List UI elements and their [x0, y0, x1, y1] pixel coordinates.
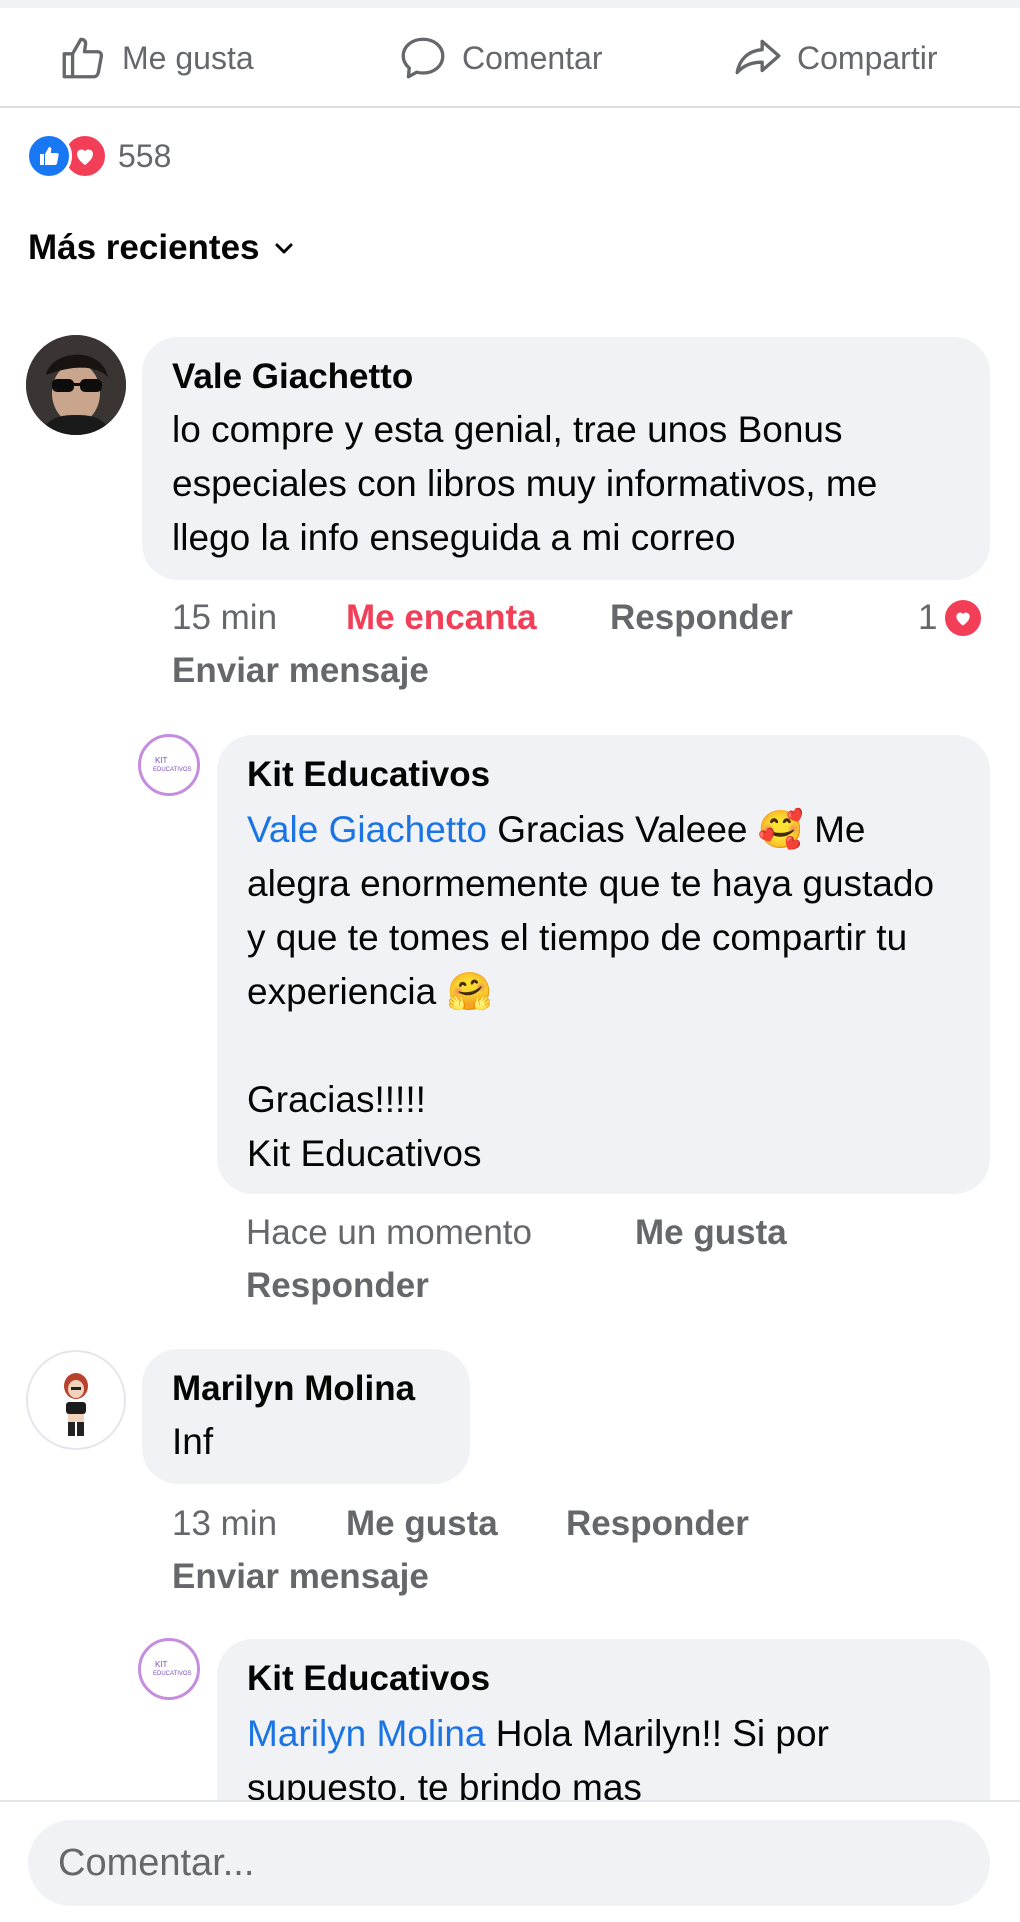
comment-time[interactable]: 15 min — [172, 598, 277, 638]
reply-text-thanks: Gracias!!!!! — [247, 1079, 426, 1120]
mention-link[interactable]: Marilyn Molina — [247, 1713, 486, 1754]
reply-bubble[interactable]: Kit Educativos Vale Giachetto Gracias Va… — [217, 735, 990, 1194]
chevron-down-icon — [275, 243, 293, 254]
reply-text-signature: Kit Educativos — [247, 1133, 482, 1174]
comment-label: Comentar — [462, 39, 603, 76]
reply-text: Marilyn Molina Hola Marilyn!! Si por sup… — [247, 1707, 960, 1800]
svg-text:KIT: KIT — [155, 756, 168, 765]
svg-text:EDUCATIVOS: EDUCATIVOS — [153, 767, 192, 773]
reply-author[interactable]: Kit Educativos — [247, 1659, 960, 1699]
reply-button[interactable]: Responder — [566, 1504, 749, 1544]
comment-text: lo compre y esta genial, trae unos Bonus… — [172, 409, 888, 558]
comment-input[interactable] — [28, 1820, 990, 1906]
comment-icon — [401, 37, 445, 79]
comment-sort-dropdown[interactable]: Más recientes — [28, 228, 296, 268]
love-icon — [943, 598, 984, 638]
svg-text:KIT: KIT — [155, 1660, 168, 1669]
svg-text:EDUCATIVOS: EDUCATIVOS — [153, 1671, 192, 1677]
comment-composer — [0, 1800, 1020, 1922]
comment-bubble[interactable]: Vale Giachetto lo compre y esta genial, … — [142, 337, 990, 580]
top-strip — [0, 0, 1020, 8]
comment-author[interactable]: Vale Giachetto — [172, 357, 960, 397]
comment-text: Inf — [172, 1421, 214, 1462]
like-reaction-icon — [26, 133, 72, 179]
reply-time[interactable]: Hace un momento — [246, 1213, 532, 1253]
like-button-comment[interactable]: Me gusta — [346, 1504, 498, 1544]
sort-label: Más recientes — [28, 228, 260, 267]
comment-bubble[interactable]: Marilyn Molina Inf — [142, 1349, 470, 1484]
share-button[interactable]: Compartir — [733, 30, 937, 86]
send-message-button[interactable]: Enviar mensaje — [172, 651, 429, 691]
comment-author[interactable]: Marilyn Molina — [172, 1369, 440, 1409]
avatar-vale-giachetto[interactable] — [26, 335, 126, 435]
reaction-count: 558 — [118, 137, 172, 174]
reply-clip: Kit Educativos Marilyn Molina Hola Maril… — [217, 1639, 990, 1800]
share-label: Compartir — [797, 39, 938, 76]
like-label: Me gusta — [122, 39, 254, 76]
thumbs-up-icon — [62, 37, 104, 79]
reply-button-reply[interactable]: Responder — [246, 1266, 429, 1306]
reaction-summary[interactable]: 558 — [26, 133, 171, 179]
reply-author[interactable]: Kit Educativos — [247, 755, 960, 795]
comment-time[interactable]: 13 min — [172, 1504, 277, 1544]
love-reaction-button[interactable]: Me encanta — [346, 598, 537, 638]
post-action-bar: Me gusta Comentar Compartir — [0, 8, 1020, 108]
avatar-kit-educativos[interactable]: KIT EDUCATIVOS — [138, 1638, 200, 1700]
reply-bubble[interactable]: Kit Educativos Marilyn Molina Hola Maril… — [217, 1639, 990, 1800]
share-icon — [735, 39, 781, 75]
send-message-button[interactable]: Enviar mensaje — [172, 1557, 429, 1597]
mention-link[interactable]: Vale Giachetto — [247, 809, 487, 850]
comment-reaction-count[interactable]: 1 — [918, 598, 984, 638]
like-button-reply[interactable]: Me gusta — [635, 1213, 787, 1253]
like-button[interactable]: Me gusta — [58, 30, 254, 86]
reaction-count-number: 1 — [918, 598, 938, 637]
avatar-kit-educativos[interactable]: KIT EDUCATIVOS — [138, 734, 200, 796]
reply-text: Vale Giachetto Gracias Valeee 🥰 Me alegr… — [247, 803, 960, 1019]
comment-button[interactable]: Comentar — [398, 30, 603, 86]
reply-button[interactable]: Responder — [610, 598, 793, 638]
avatar-marilyn-molina[interactable] — [26, 1350, 126, 1450]
